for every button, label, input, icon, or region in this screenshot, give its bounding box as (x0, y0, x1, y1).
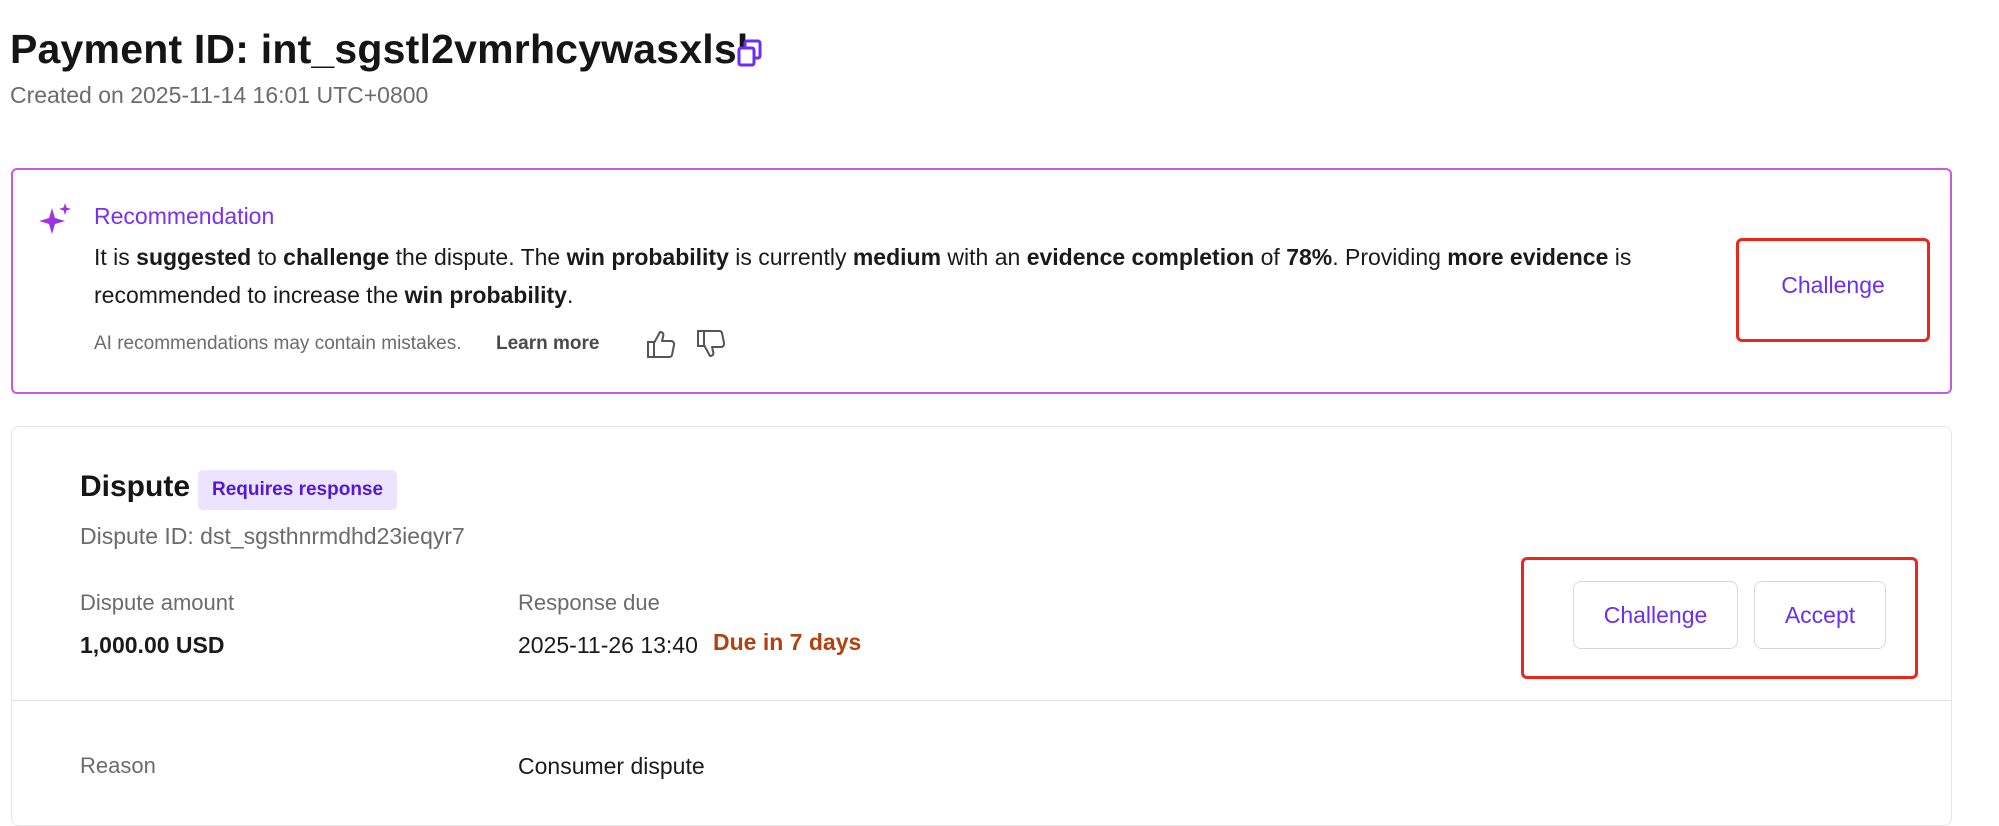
dispute-title: Dispute (80, 470, 191, 503)
recommendation-emphasis: suggested (136, 244, 252, 270)
recommendation-text: It is suggested to challenge the dispute… (94, 238, 1694, 314)
recommendation-emphasis: 78% (1286, 244, 1333, 270)
thumbs-down-icon[interactable] (695, 328, 727, 360)
dispute-id: Dispute ID: dst_sgsthnrmdhd23ieqyr7 (80, 523, 465, 549)
response-due-value: 2025-11-26 13:40 (518, 632, 698, 658)
recommendation-text-segment: to (251, 244, 284, 270)
highlight-box (1521, 557, 1918, 679)
due-countdown: Due in 7 days (713, 629, 862, 655)
recommendation-title: Recommendation (94, 203, 275, 229)
recommendation-text-segment: is currently (728, 244, 853, 270)
recommendation-text-segment: . Providing (1332, 244, 1448, 270)
recommendation-text-segment: . (566, 282, 574, 308)
recommendation-text-segment: It is (94, 244, 137, 270)
recommendation-emphasis: more evidence (1447, 244, 1609, 270)
highlight-box (1736, 238, 1930, 342)
status-badge: Requires response (198, 470, 398, 510)
response-due-label: Response due (518, 590, 660, 615)
created-timestamp: Created on 2025-11-14 16:01 UTC+0800 (10, 82, 429, 108)
recommendation-text-segment: with an (941, 244, 1027, 270)
recommendation-text-segment: of (1254, 244, 1287, 270)
dispute-amount-value: 1,000.00 USD (80, 632, 225, 658)
recommendation-emphasis: challenge (283, 244, 390, 270)
copy-icon[interactable] (736, 38, 764, 68)
dispute-amount-label: Dispute amount (80, 590, 235, 615)
recommendation-text-segment: the dispute. The (389, 244, 567, 270)
page-title: Payment ID: int_sgstl2vmrhcywasxlsl (10, 26, 749, 72)
recommendation-emphasis: win probability (566, 244, 729, 270)
recommendation-emphasis: evidence completion (1026, 244, 1255, 270)
thumbs-up-icon[interactable] (645, 328, 677, 360)
recommendation-emphasis: medium (852, 244, 942, 270)
reason-label: Reason (80, 753, 156, 778)
sparkle-icon (38, 202, 72, 236)
ai-disclaimer: AI recommendations may contain mistakes. (94, 333, 462, 354)
learn-more-link[interactable]: Learn more (496, 333, 599, 355)
divider (12, 700, 1951, 701)
recommendation-emphasis: win probability (404, 282, 567, 308)
